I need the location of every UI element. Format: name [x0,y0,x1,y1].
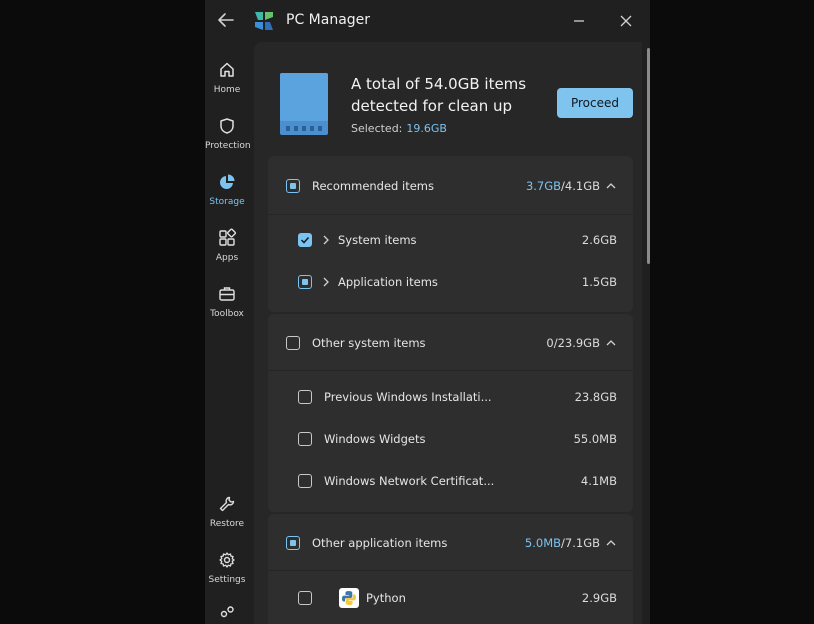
home-icon [220,62,234,77]
divider [268,570,633,571]
other-application-label: Other application items [312,536,448,550]
python-size: 2.9GB [581,591,617,605]
python-label: Python [366,591,406,605]
selected-value: 19.6GB [406,122,447,135]
nav-label-toolbox: Toolbox [210,309,244,319]
python-checkbox[interactable] [298,591,312,605]
list-item-windows-widgets[interactable]: Windows Widgets 55.0MB [268,419,633,459]
chevron-up-icon[interactable] [605,180,617,192]
pc-manager-window: PC Manager Home Protection Storage Apps [205,0,650,624]
other-system-size: 0/23.9GB [546,336,600,350]
storage-cleanup-panel: A total of 54.0GB items detected for cle… [254,42,642,624]
minimize-icon[interactable] [569,11,589,31]
toolbox-icon [219,287,235,301]
recommended-items-group: Recommended items 3.7GB/4.1GB System ite… [268,156,633,312]
recommended-size-selected: 3.7GB [525,179,562,193]
other-application-items-group: Other application items 5.0MB/7.1GB Pyth… [268,514,633,624]
shield-icon [220,118,234,134]
list-item-python[interactable]: Python 2.9GB [268,578,633,618]
chevron-right-icon[interactable] [320,276,332,288]
nav-item-feedback[interactable] [205,604,249,624]
other-application-size: 5.0MB/7.1GB [525,536,600,550]
recommended-size: 3.7GB/4.1GB [526,179,600,193]
hard-drive-icon [280,73,328,135]
nav-item-settings[interactable]: Settings [205,550,249,585]
nav-item-protection[interactable]: Protection [205,116,251,151]
wrench-icon [219,496,235,512]
recommended-items-header[interactable]: Recommended items 3.7GB/4.1GB [268,166,633,206]
cleanup-summary: A total of 54.0GB items detected for cle… [254,42,642,154]
previous-windows-size: 23.8GB [574,390,617,404]
proceed-button[interactable]: Proceed [557,88,633,118]
list-item-application-items[interactable]: Application items 1.5GB [268,262,633,302]
windows-widgets-size: 55.0MB [573,432,617,446]
chevron-up-icon[interactable] [605,337,617,349]
nav-label-protection: Protection [205,141,251,151]
list-item-network-certificates[interactable]: Windows Network Certificat... 4.1MB [268,461,633,501]
summary-title: A total of 54.0GB items detected for cle… [351,75,527,115]
network-certificates-size: 4.1MB [580,474,617,488]
app-title: PC Manager [286,12,371,28]
nav-label-settings: Settings [208,575,246,585]
divider [268,214,633,215]
application-items-checkbox[interactable] [298,275,312,289]
python-icon [339,588,359,608]
system-items-size: 2.6GB [581,233,617,247]
other-system-checkbox[interactable] [286,336,300,350]
divider [268,370,633,371]
nav-item-apps[interactable]: Apps [205,228,249,263]
list-item-previous-windows[interactable]: Previous Windows Installati... 23.8GB [268,377,633,417]
system-items-checkbox[interactable] [298,233,312,247]
gear-icon [219,552,235,568]
people-icon [220,606,234,618]
scrollbar-thumb[interactable] [647,48,650,264]
recommended-label: Recommended items [312,179,434,193]
previous-windows-checkbox[interactable] [298,390,312,404]
previous-windows-label: Previous Windows Installati... [324,390,492,404]
recommended-size-total: /4.1GB [561,179,600,193]
system-items-label: System items [338,233,417,247]
nav-label-home: Home [213,85,241,95]
nav-item-toolbox[interactable]: Toolbox [205,284,249,319]
pie-chart-icon [220,174,235,189]
other-system-items-header[interactable]: Other system items 0/23.9GB [268,323,633,363]
other-application-size-total: /7.1GB [561,536,600,550]
application-items-label: Application items [338,275,438,289]
selected-size: Selected: 19.6GB [351,122,447,135]
recommended-checkbox[interactable] [286,179,300,193]
close-icon[interactable] [616,11,636,31]
other-system-label: Other system items [312,336,426,350]
nav-label-apps: Apps [215,253,239,263]
title-bar: PC Manager [205,0,650,42]
chevron-right-icon[interactable] [320,234,332,246]
list-item-system-items[interactable]: System items 2.6GB [268,220,633,260]
other-application-size-selected: 5.0MB [524,536,562,550]
windows-widgets-checkbox[interactable] [298,432,312,446]
apps-grid-icon [219,228,237,246]
nav-item-restore[interactable]: Restore [205,494,249,529]
nav-item-storage[interactable]: Storage [205,172,249,207]
other-application-items-header[interactable]: Other application items 5.0MB/7.1GB [268,523,633,563]
windows-widgets-label: Windows Widgets [324,432,426,446]
back-arrow-icon[interactable] [215,9,237,31]
pc-manager-logo-icon [254,11,274,31]
network-certificates-checkbox[interactable] [298,474,312,488]
other-application-checkbox[interactable] [286,536,300,550]
network-certificates-label: Windows Network Certificat... [324,474,495,488]
selected-label: Selected: [351,122,403,135]
nav-label-storage: Storage [209,197,245,207]
other-system-items-group: Other system items 0/23.9GB Previous Win… [268,314,633,512]
nav-label-restore: Restore [209,519,245,529]
application-items-size: 1.5GB [581,275,617,289]
chevron-up-icon[interactable] [605,537,617,549]
nav-item-home[interactable]: Home [205,60,249,95]
